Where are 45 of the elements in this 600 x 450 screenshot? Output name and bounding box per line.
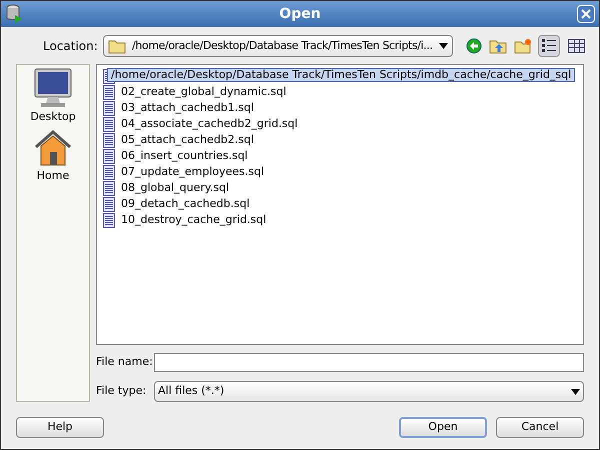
document-icon: [103, 116, 115, 132]
location-label: Location:: [43, 38, 95, 55]
file-item[interactable]: 04_associate_cachedb2_grid.sql: [121, 116, 298, 132]
field-label: File type:: [96, 383, 148, 400]
location-text: /home/oracle/Desktop/Database Track/TimesTen Scripts/i...: [132, 38, 433, 54]
location-dropdown[interactable]: /home/oracle/Desktop/Database Track/TimesTen Scripts/i...: [103, 35, 453, 57]
place-label: Desktop: [30, 109, 76, 125]
database-icon: [5, 4, 23, 24]
house-icon: [33, 128, 73, 168]
place-item[interactable]: Home: [18, 128, 88, 184]
place-label: Home: [36, 168, 70, 184]
document-icon: [103, 180, 115, 196]
monitor-icon: [33, 67, 73, 109]
file-item[interactable]: 06_insert_countries.sql: [121, 148, 248, 164]
caret-icon: [571, 388, 580, 394]
document-icon: [103, 148, 115, 164]
cancel-button[interactable]: Cancel: [496, 417, 584, 438]
document-icon: [103, 196, 115, 212]
file-item[interactable]: 05_attach_cachedb2.sql: [121, 132, 254, 148]
place-item[interactable]: Desktop: [18, 67, 88, 126]
file-item[interactable]: 10_destroy_cache_grid.sql: [121, 212, 266, 228]
file-item[interactable]: 08_global_query.sql: [121, 180, 229, 196]
file-type-text: All files (*.*): [158, 383, 226, 400]
folder-icon: [108, 38, 126, 54]
file-name-field[interactable]: [154, 353, 584, 372]
new-folder-button[interactable]: [513, 37, 533, 55]
document-icon: [103, 100, 115, 116]
help-button[interactable]: Help: [16, 417, 104, 438]
file-item[interactable]: 03_attach_cachedb1.sql: [121, 100, 254, 116]
file-item[interactable]: 09_detach_cachedb.sql: [121, 196, 250, 212]
caret-icon: [439, 43, 448, 49]
back-button[interactable]: [465, 37, 483, 55]
file-item[interactable]: 02_create_global_dynamic.sql: [121, 84, 286, 100]
document-icon: [103, 212, 115, 228]
close-button[interactable]: [577, 5, 595, 23]
window-title: Open: [278, 4, 322, 24]
ok-button[interactable]: Open: [399, 417, 487, 438]
list-view-button[interactable]: [538, 35, 560, 57]
file-type-dropdown[interactable]: All files (*.*): [154, 381, 584, 402]
file-item[interactable]: 07_update_employees.sql: [121, 164, 264, 180]
document-icon: [103, 132, 115, 148]
tooltip: /home/oracle/Desktop/Database Track/TimesTen Scripts/imdb_cache/cache_grid_sql: [107, 68, 576, 82]
document-icon: [103, 164, 115, 180]
document-icon: [103, 84, 115, 100]
close-icon: [581, 9, 591, 19]
